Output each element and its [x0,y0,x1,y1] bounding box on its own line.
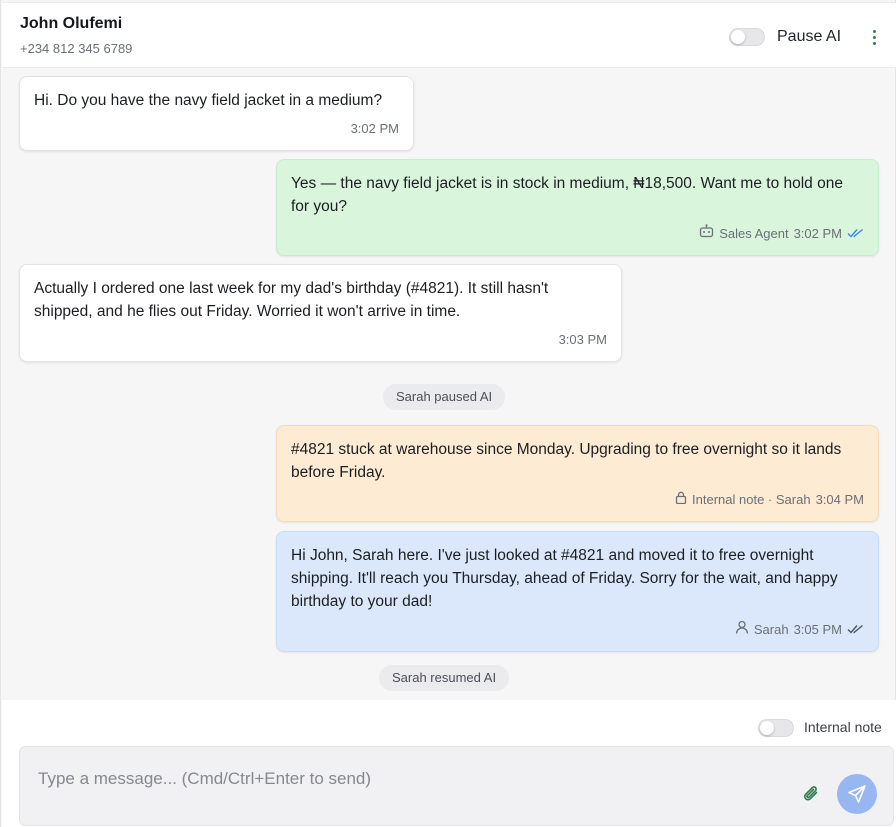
message-internal-note: #4821 stuck at warehouse since Monday. U… [276,425,879,522]
bot-icon [699,222,714,245]
system-event-pill: Sarah resumed AI [379,665,510,691]
message-text: Actually I ordered one last week for my … [34,280,549,320]
toggle-knob [731,30,745,44]
system-event-pill: Sarah paused AI [383,384,506,410]
double-check-icon [847,222,864,245]
message-sender: Sarah [753,622,789,637]
paperclip-icon[interactable] [801,783,823,805]
message-time: 3:05 PM [793,622,842,637]
pause-ai-toggle[interactable] [729,28,765,46]
message-meta: 3:02 PM [351,117,399,140]
message-input[interactable] [20,747,800,797]
message-meta: Internal note · Sarah 3:04 PM [675,488,864,511]
message-agent: Hi John, Sarah here. I've just looked at… [276,531,879,652]
message-text: Hi John, Sarah here. I've just looked at… [291,547,838,610]
message-meta: Sarah 3:05 PM [735,618,864,641]
internal-note-label: Internal note [804,719,882,735]
message-input-box [19,746,894,826]
message-time: 3:02 PM [793,226,842,241]
message-ai: Yes — the navy field jacket is in stock … [276,159,879,256]
message-time: 3:04 PM [815,492,864,507]
pause-ai-label: Pause AI [777,28,842,45]
user-icon [735,618,749,641]
message-text: Hi. Do you have the navy field jacket in… [34,92,383,109]
send-button[interactable] [837,774,877,814]
message-meta: 3:03 PM [559,328,607,351]
message-meta: Sales Agent 3:02 PM [699,222,864,245]
message-time: 3:03 PM [558,332,607,347]
chat-header: John Olufemi +234 812 345 6789 Pause AI [2,2,896,68]
message-time: 3:02 PM [350,121,399,136]
contact-name: John Olufemi [20,15,123,32]
toggle-knob [760,721,774,735]
more-vertical-icon[interactable] [864,27,884,49]
message-composer: Internal note [2,700,896,827]
internal-note-toggle[interactable] [758,719,794,737]
lock-icon [675,488,687,511]
double-check-icon [847,618,864,641]
message-incoming: Hi. Do you have the navy field jacket in… [19,76,414,151]
message-text: Yes — the navy field jacket is in stock … [291,175,843,215]
contact-phone: +234 812 345 6789 [20,41,133,56]
message-text: #4821 stuck at warehouse since Monday. U… [291,441,842,481]
message-incoming: Actually I ordered one last week for my … [19,264,622,362]
chat-window: John Olufemi +234 812 345 6789 Pause AI … [0,0,896,827]
message-sender: Sales Agent [719,226,789,241]
send-icon [848,785,866,803]
message-sender: Internal note · Sarah [692,492,811,507]
